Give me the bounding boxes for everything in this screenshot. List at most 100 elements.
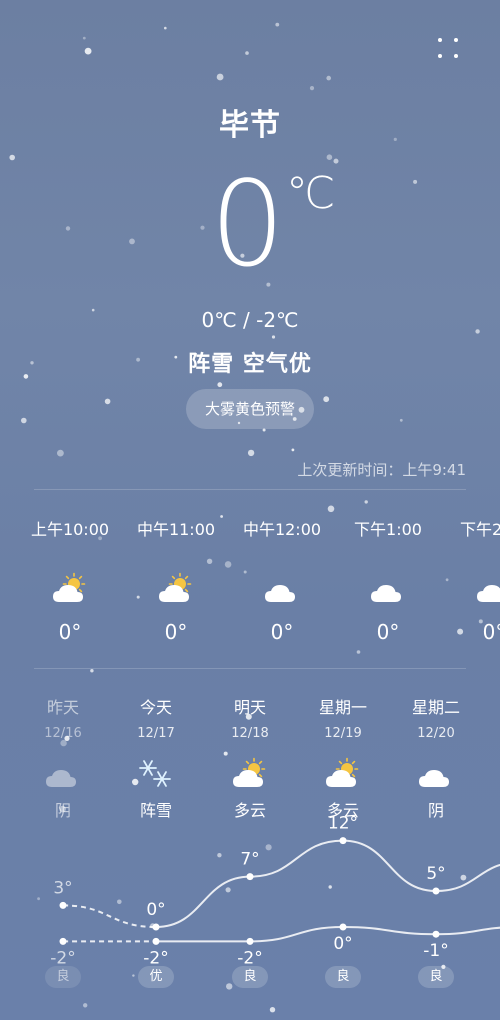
hourly-temp: 0° [482,620,500,644]
high-temp-label: 0° [146,900,165,920]
divider [34,489,466,490]
snowflake-particle [217,382,223,388]
snowflake-particle [247,449,255,457]
low-temp-point [152,937,160,945]
low-temp-line [156,925,500,943]
air-quality-badge: 良 [45,966,81,988]
last-updated-time: 上次更新时间：上午9:41 [297,461,466,479]
air-quality-badge: 良 [232,966,268,988]
hourly-item: 下午2:00 0° [439,510,500,644]
high-temp-label: 5° [426,864,445,884]
daily-item[interactable]: 昨天 12/16 阴 [18,690,108,821]
overcast-cloud-icon [43,757,83,793]
day-date: 12/18 [231,726,269,741]
air-quality-badge: 良 [325,966,361,988]
high-temp-point [432,887,440,895]
day-name: 星期一 [318,698,367,717]
air-quality-badge: 优 [138,966,174,988]
daily-item[interactable]: 星期二 12/20 阴 [391,690,481,821]
snowflake-particle [399,418,403,422]
weather-alert-button[interactable]: 大雾黄色预警 [186,389,314,429]
high-temp-point [246,873,254,881]
snowflake-icon [136,757,176,793]
day-name: 明天 [233,698,266,717]
low-temp-label: 0° [333,934,352,954]
daily-item[interactable]: 星期一 12/19 多云 [298,690,388,821]
hourly-time: 上午10:00 [30,520,110,539]
day-date: 12/16 [44,726,82,741]
hourly-temp: 0° [376,620,400,644]
daily-item[interactable]: 明天 12/18 多云 [205,690,295,821]
day-name: 星期二 [411,698,460,717]
low-temp-point [59,937,67,945]
snowflake-particle [275,22,280,27]
snowflake-particle [21,417,27,424]
snowflake-particle [82,36,86,40]
snowflake-particle [326,154,333,160]
snowflake-particle [323,396,330,403]
snowflake-particle [90,669,94,673]
snowflake-particle [309,86,315,91]
snowflake-particle [164,26,167,30]
partly-cloudy-sun-icon [230,757,270,793]
hourly-temp: 0° [164,620,188,644]
high-temp-line [155,839,500,928]
snowflake-particle [326,75,332,81]
more-menu-button[interactable] [436,36,462,62]
hourly-time: 中午11:00 [136,520,216,539]
snowflake-particle [245,51,249,55]
city-name: 毕节 [219,108,281,143]
low-temp-point [432,930,440,938]
snowflake-particle [413,179,418,184]
temperature-range: 0℃ / -2℃ [201,308,299,332]
snowflake-particle [291,448,295,452]
snowflake-particle [216,73,224,81]
snowflake-particle [271,335,276,339]
day-date: 12/20 [417,726,455,741]
snowflake-particle [9,154,15,161]
day-name: 昨天 [46,698,79,717]
hourly-item: 中午12:00 0° [227,510,337,644]
current-temperature: 0 [210,155,286,293]
day-condition: 阵雪 [139,801,172,820]
cloud-icon [416,757,456,793]
daily-item[interactable]: 今天 12/17 阵雪 [111,690,201,821]
hourly-forecast[interactable]: 上午10:000°中午11:000°中午12:000°下午1:000°下午2:0… [0,510,500,660]
hourly-time: 中午12:00 [242,520,322,539]
day-condition: 多云 [326,801,359,820]
snowflake-particle [364,500,368,504]
hourly-item: 下午1:00 0° [333,510,443,644]
hourly-temp: 0° [58,620,82,644]
snowflake-particle [129,238,135,245]
high-temp-point [152,923,160,931]
hourly-temp: 0° [270,620,294,644]
partly-cloudy-sun-icon [50,572,90,606]
hourly-time: 下午1:00 [354,520,422,539]
air-quality-badge: 良 [418,966,454,988]
snowflake-particle [57,449,64,457]
snowflake-particle [333,158,339,164]
high-temp-label: 3° [53,878,72,898]
day-date: 12/19 [324,726,362,741]
hourly-time: 下午2:00 [460,520,500,539]
snowflake-particle [104,398,111,405]
snowflake-particle [84,47,92,55]
partly-cloudy-sun-icon [323,757,363,793]
day-condition: 阴 [427,801,444,820]
high-temp-point [339,837,347,845]
snowflake-particle [65,226,71,231]
day-condition: 阴 [54,801,71,820]
low-temp-point [246,937,254,945]
temperature-unit: ℃ [286,168,336,219]
day-condition: 多云 [233,801,266,820]
high-temp-label: 7° [240,850,259,870]
hourly-item: 上午10:00 0° [15,510,125,644]
daily-forecast[interactable]: 3° -2° 0° -2° 7° -2° 12° 0° 5° -1° 昨天 12/16 阴良今天 12/… [0,690,500,1020]
high-temp-line-past [62,904,157,928]
low-temp-point [339,923,347,931]
cloud-icon [474,572,500,606]
divider [34,668,466,669]
hourly-item: 中午11:00 0° [121,510,231,644]
partly-cloudy-sun-icon [156,572,196,606]
weather-condition: 阵雪 空气优 [188,352,312,377]
